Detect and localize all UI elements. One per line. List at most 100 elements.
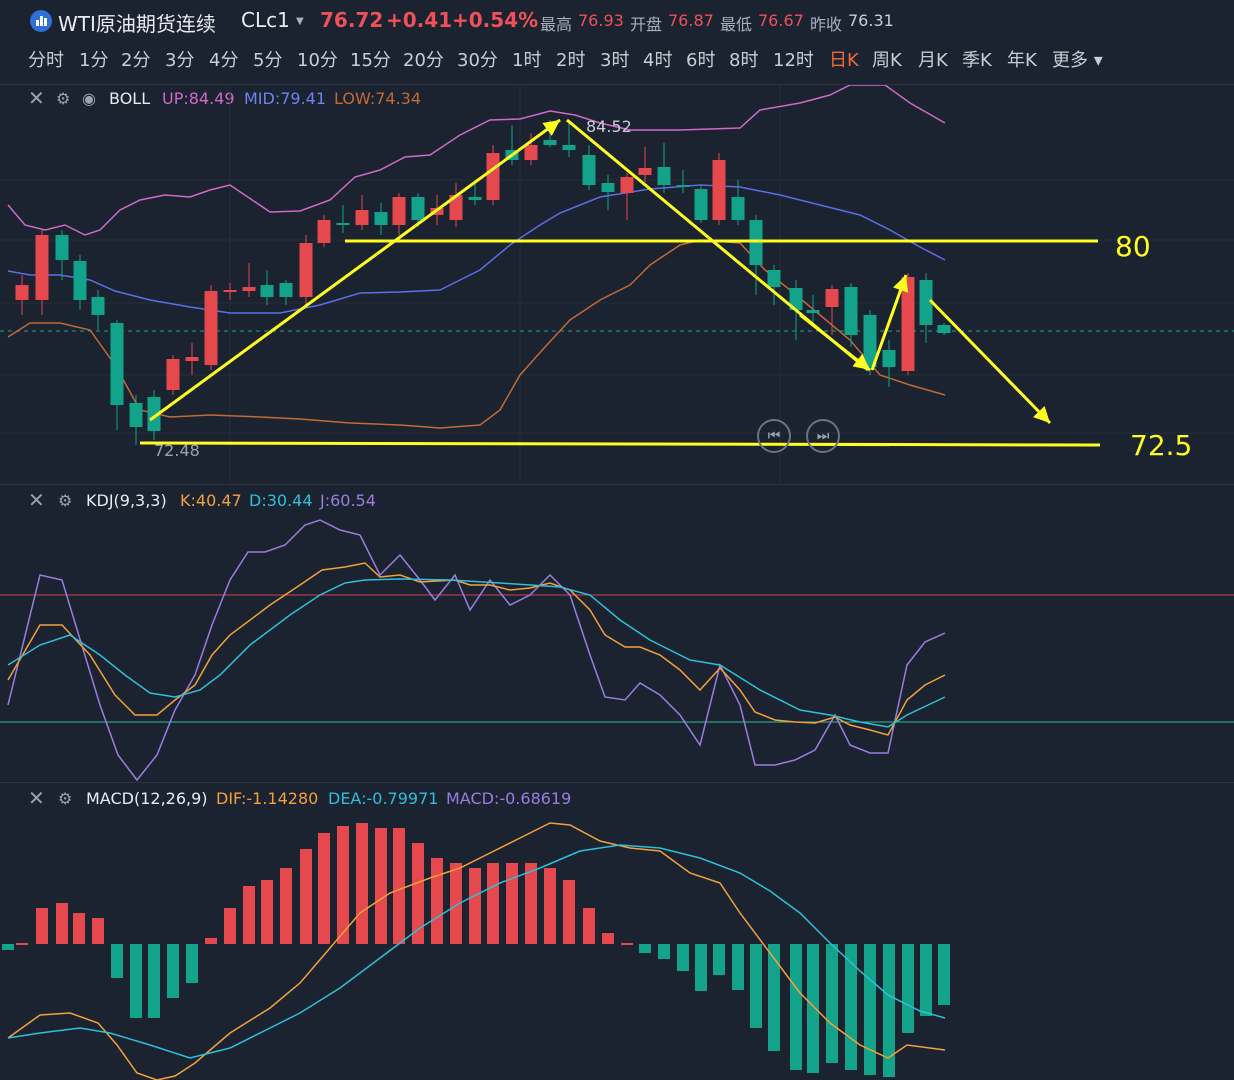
- macd-panel: ✕ ⚙ MACD(12,26,9) DIF:-1.14280 DEA:-0.79…: [0, 782, 1234, 1080]
- candle-body: [336, 223, 350, 225]
- macd-bar: [356, 823, 368, 944]
- last-price: 76.72: [320, 8, 384, 32]
- tab-13[interactable]: 4时: [643, 46, 672, 72]
- tab-0[interactable]: 分时: [28, 46, 64, 72]
- candle-body: [35, 235, 49, 300]
- kdj-chart[interactable]: [0, 485, 1234, 783]
- macd-bar: [243, 886, 255, 944]
- candle-body: [657, 167, 671, 185]
- next-icon[interactable]: ⏭: [806, 419, 840, 453]
- macd-bar: [2, 944, 14, 950]
- candle-body: [731, 197, 745, 220]
- macd-bar: [768, 944, 780, 1051]
- macd-bar: [583, 908, 595, 944]
- boll-up-line: [7, 85, 946, 236]
- candle-body: [638, 168, 652, 175]
- tab-7[interactable]: 15分: [350, 46, 391, 72]
- tab-18[interactable]: 周K: [872, 46, 902, 72]
- level-72-label: 72.5: [1130, 429, 1193, 462]
- prev-icon[interactable]: ⏮: [757, 419, 791, 453]
- boll-mid-line: [7, 184, 946, 314]
- macd-bar: [318, 833, 330, 944]
- macd-bar: [790, 944, 802, 1070]
- candle-body: [767, 270, 781, 287]
- tab-10[interactable]: 1时: [512, 46, 541, 72]
- candle-body: [260, 285, 274, 297]
- open-value: 76.87: [668, 11, 714, 30]
- tab-11[interactable]: 2时: [556, 46, 585, 72]
- macd-bar: [111, 944, 123, 978]
- caret-down-icon[interactable]: ▼: [296, 16, 304, 27]
- macd-bar: [36, 908, 48, 944]
- macd-bar: [375, 828, 387, 944]
- candle-body: [676, 185, 690, 187]
- tab-1[interactable]: 1分: [79, 46, 108, 72]
- macd-bar: [902, 944, 914, 1033]
- high-label: 最高: [540, 15, 573, 34]
- macd-bar: [300, 849, 312, 944]
- candle-body: [411, 197, 425, 220]
- macd-bar: [639, 944, 651, 953]
- macd-bar: [431, 858, 443, 944]
- tab-22[interactable]: 更多 ▾: [1052, 46, 1103, 72]
- candle-body: [392, 197, 406, 225]
- macd-bar: [920, 944, 932, 1016]
- period-tabs: 分时 1分 2分 3分 4分 5分 10分 15分 20分 30分 1时 2时 3时 4时 6时 8时 12时日…: [0, 40, 1234, 76]
- tab-19[interactable]: 月K: [918, 46, 948, 72]
- candle-body: [374, 212, 388, 225]
- macd-bar: [337, 826, 349, 944]
- candlestick-chart[interactable]: [0, 85, 1234, 485]
- candle-body: [55, 235, 69, 260]
- high-value: 76.93: [578, 11, 624, 30]
- tab-15[interactable]: 8时: [729, 46, 758, 72]
- macd-bar: [750, 944, 762, 1028]
- tab-17[interactable]: 日K: [829, 46, 859, 72]
- candle-body: [543, 140, 557, 145]
- macd-bar: [167, 944, 179, 998]
- tab-20[interactable]: 季K: [962, 46, 992, 72]
- macd-bar: [469, 868, 481, 944]
- macd-bar: [658, 944, 670, 959]
- macd-bar: [602, 933, 614, 944]
- tab-14[interactable]: 6时: [686, 46, 715, 72]
- instrument-title[interactable]: WTI原油期货连续: [58, 8, 216, 37]
- tab-5[interactable]: 5分: [253, 46, 282, 72]
- price-change-pct: +0.54%: [452, 8, 539, 32]
- macd-bar: [148, 944, 160, 1018]
- trend-up-arrow-head: [542, 120, 560, 136]
- forecast-arrow: [928, 298, 1052, 425]
- macd-bar: [261, 880, 273, 944]
- macd-bar: [621, 943, 633, 945]
- candle-body: [712, 160, 726, 220]
- tab-8[interactable]: 20分: [403, 46, 444, 72]
- macd-bar: [280, 868, 292, 944]
- candle-body: [601, 183, 615, 192]
- boll-panel: ✕ ⚙ ◉ BOLL UP:84.49 MID:79.41 LOW:74.34 …: [0, 84, 1234, 485]
- tab-16[interactable]: 12时: [773, 46, 814, 72]
- macd-bar: [130, 944, 142, 1018]
- instrument-code[interactable]: CLc1: [241, 8, 290, 32]
- tab-9[interactable]: 30分: [457, 46, 498, 72]
- macd-chart[interactable]: [0, 783, 1234, 1080]
- kdj-j-line: [7, 519, 946, 782]
- tab-6[interactable]: 10分: [297, 46, 338, 72]
- high-mark-label: 84.52: [586, 117, 632, 136]
- tab-4[interactable]: 4分: [209, 46, 238, 72]
- tab-21[interactable]: 年K: [1007, 46, 1037, 72]
- price-change: +0.41: [386, 8, 453, 32]
- candle-body: [91, 297, 105, 315]
- macd-bar: [205, 938, 217, 944]
- tab-12[interactable]: 3时: [600, 46, 629, 72]
- candle-body: [562, 145, 576, 150]
- macd-bar: [186, 944, 198, 983]
- candle-body: [620, 177, 634, 193]
- candle-body: [524, 145, 538, 160]
- tab-3[interactable]: 3分: [165, 46, 194, 72]
- macd-bar: [695, 944, 707, 991]
- macd-bar: [938, 944, 950, 1005]
- tab-2[interactable]: 2分: [121, 46, 150, 72]
- macd-bar: [73, 913, 85, 944]
- macd-bar: [92, 918, 104, 944]
- level-72-line: [139, 441, 1101, 447]
- candle-body: [15, 285, 29, 300]
